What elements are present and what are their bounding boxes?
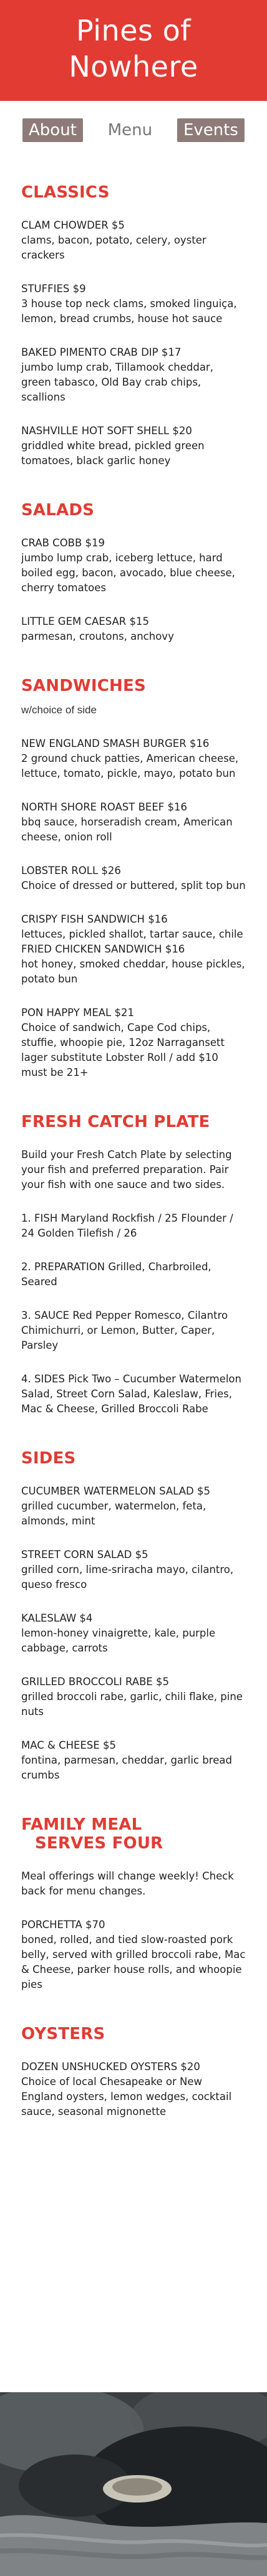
menu-item-desc: grilled cucumber, watermelon, feta, almo… xyxy=(21,1500,206,1527)
menu-item-desc: Choice of dressed or buttered, split top… xyxy=(21,880,246,891)
fresh-catch-intro: Build your Fresh Catch Plate by selectin… xyxy=(21,1149,232,1191)
menu-item: STREET CORN SALAD $5 grilled corn, lime-… xyxy=(21,1547,246,1592)
site-title[interactable]: Pines of Nowhere xyxy=(10,12,257,85)
menu-item-name: GRILLED BROCCOLI RABE $5 xyxy=(21,1676,170,1688)
menu-item-desc: jumbo lump crab, iceberg lettuce, hard b… xyxy=(21,552,235,594)
site-title-line-1: Pines of xyxy=(76,14,191,47)
family-meal-intro: Meal offerings will change weekly! Check… xyxy=(21,1870,234,1897)
section-subtitle: w/choice of side xyxy=(21,704,97,716)
menu-item-name: LOBSTER ROLL $26 xyxy=(21,865,121,877)
menu-item-desc: jumbo lump crab, Tillamook cheddar, gree… xyxy=(21,361,213,403)
menu-item: STUFFIES $9 3 house top neck clams, smok… xyxy=(21,282,246,326)
menu-item: PORCHETTA $70 boned, rolled, and tied sl… xyxy=(21,1918,246,1992)
fresh-catch-step-fish: 1. FISH Maryland Rockfish / 25 Flounder … xyxy=(21,1212,233,1239)
section-title-family-meal: FAMILY MEAL SERVES FOUR xyxy=(21,1815,246,1853)
menu-item-desc: grilled broccoli rabe, garlic, chili fla… xyxy=(21,1691,243,1718)
nav-menu-link[interactable]: Menu xyxy=(108,121,152,140)
menu-item-name: CRISPY FISH SANDWICH $16 xyxy=(21,913,168,925)
site-title-line-2: Nowhere xyxy=(69,50,198,83)
fresh-catch-step-sides: 4. SIDES Pick Two – Cucumber Watermelon … xyxy=(21,1373,241,1415)
menu-item-desc: hot honey, smoked cheddar, house pickles… xyxy=(21,958,245,985)
menu-item: GRILLED BROCCOLI RABE $5 grilled broccol… xyxy=(21,1675,246,1719)
menu-item-desc: lemon-honey vinaigrette, kale, purple ca… xyxy=(21,1627,216,1654)
menu-item: BAKED PIMENTO CRAB DIP $17 jumbo lump cr… xyxy=(21,345,246,405)
site-header: Pines of Nowhere xyxy=(0,0,267,101)
menu-item-desc: parmesan, croutons, anchovy xyxy=(21,630,174,642)
menu-item-desc: griddled white bread, pickled green toma… xyxy=(21,440,205,467)
menu-item: LITTLE GEM CAESAR $15 parmesan, croutons… xyxy=(21,614,246,644)
menu-content: CLASSICS CLAM CHOWDER $5 clams, bacon, p… xyxy=(0,148,267,2119)
menu-item-desc: clams, bacon, potato, celery, oyster cra… xyxy=(21,234,206,261)
menu-item-desc: fontina, parmesan, cheddar, garlic bread… xyxy=(21,1754,232,1781)
menu-item: PON HAPPY MEAL $21 Choice of sandwich, C… xyxy=(21,1005,246,1080)
section-title-sandwiches: SANDWICHES xyxy=(21,677,146,695)
nav-about-link[interactable]: About xyxy=(22,118,83,142)
oyster-shucking-photo xyxy=(0,2392,267,2576)
menu-item-name: PON HAPPY MEAL $21 xyxy=(21,1007,134,1019)
menu-item-name: NORTH SHORE ROAST BEEF $16 xyxy=(21,801,187,813)
menu-item-desc: 3 house top neck clams, smoked linguiça,… xyxy=(21,298,237,325)
oyster-photo-illustration xyxy=(0,2392,267,2576)
menu-item-desc: boned, rolled, and tied slow-roasted por… xyxy=(21,1934,246,1990)
section-title-classics: CLASSICS xyxy=(21,183,110,202)
menu-item-name: KALESLAW $4 xyxy=(21,1612,93,1624)
menu-item-desc: grilled corn, lime-sriracha mayo, cilant… xyxy=(21,1564,234,1590)
menu-item-desc: bbq sauce, horseradish cream, American c… xyxy=(21,816,233,843)
menu-item: CLAM CHOWDER $5 clams, bacon, potato, ce… xyxy=(21,218,246,263)
menu-item-name: DOZEN UNSHUCKED OYSTERS $20 xyxy=(21,2061,200,2073)
main-nav: About Menu Events xyxy=(0,101,267,148)
section-title-fresh-catch: FRESH CATCH PLATE xyxy=(21,1113,210,1131)
menu-item-name: PORCHETTA $70 xyxy=(21,1919,105,1931)
menu-item-name: STREET CORN SALAD $5 xyxy=(21,1549,148,1561)
menu-item-name: CLAM CHOWDER $5 xyxy=(21,219,125,231)
menu-item-name: CRAB COBB $19 xyxy=(21,537,105,549)
menu-item: LOBSTER ROLL $26 Choice of dressed or bu… xyxy=(21,863,246,893)
section-title-salads: SALADS xyxy=(21,501,95,520)
menu-item: MAC & CHEESE $5 fontina, parmesan, chedd… xyxy=(21,1738,246,1783)
fresh-catch-step-preparation: 2. PREPARATION Grilled, Charbroiled, Sea… xyxy=(21,1261,211,1288)
menu-item-name: BAKED PIMENTO CRAB DIP $17 xyxy=(21,346,182,358)
family-meal-title-line-1: FAMILY MEAL xyxy=(21,1815,142,1834)
menu-item-name: NEW ENGLAND SMASH BURGER $16 xyxy=(21,738,210,749)
menu-item-name: STUFFIES $9 xyxy=(21,283,86,295)
menu-item: KALESLAW $4 lemon-honey vinaigrette, kal… xyxy=(21,1611,246,1656)
section-title-sides: SIDES xyxy=(21,1449,76,1468)
menu-item-name: FRIED CHICKEN SANDWICH $16 xyxy=(21,943,185,955)
section-title-oysters: OYSTERS xyxy=(21,2025,105,2043)
menu-item-name: CUCUMBER WATERMELON SALAD $5 xyxy=(21,1485,210,1497)
menu-item-desc: lettuces, pickled shallot, tartar sauce,… xyxy=(21,928,243,940)
family-meal-title-line-2: SERVES FOUR xyxy=(35,1834,163,1853)
menu-item-name: LITTLE GEM CAESAR $15 xyxy=(21,615,149,627)
menu-item: NORTH SHORE ROAST BEEF $16 bbq sauce, ho… xyxy=(21,800,246,845)
menu-item: FRIED CHICKEN SANDWICH $16 hot honey, sm… xyxy=(21,942,246,987)
fresh-catch-step-sauce: 3. SAUCE Red Pepper Romesco, Cilantro Ch… xyxy=(21,1309,228,1351)
menu-item-name: NASHVILLE HOT SOFT SHELL $20 xyxy=(21,425,192,437)
menu-item-desc: Choice of local Chesapeake or New Englan… xyxy=(21,2076,232,2117)
menu-item-name: MAC & CHEESE $5 xyxy=(21,1739,117,1751)
menu-item: NASHVILLE HOT SOFT SHELL $20 griddled wh… xyxy=(21,424,246,468)
menu-item: CUCUMBER WATERMELON SALAD $5 grilled cuc… xyxy=(21,1484,246,1529)
menu-item: DOZEN UNSHUCKED OYSTERS $20 Choice of lo… xyxy=(21,2060,246,2119)
nav-events-link[interactable]: Events xyxy=(177,118,245,142)
menu-item-desc: Choice of sandwich, Cape Cod chips, stuf… xyxy=(21,1022,225,1078)
menu-item: CRISPY FISH SANDWICH $16 lettuces, pickl… xyxy=(21,912,246,942)
menu-item: CRAB COBB $19 jumbo lump crab, iceberg l… xyxy=(21,536,246,596)
menu-item: NEW ENGLAND SMASH BURGER $16 2 ground ch… xyxy=(21,736,246,781)
menu-item-desc: 2 ground chuck patties, American cheese,… xyxy=(21,753,239,779)
